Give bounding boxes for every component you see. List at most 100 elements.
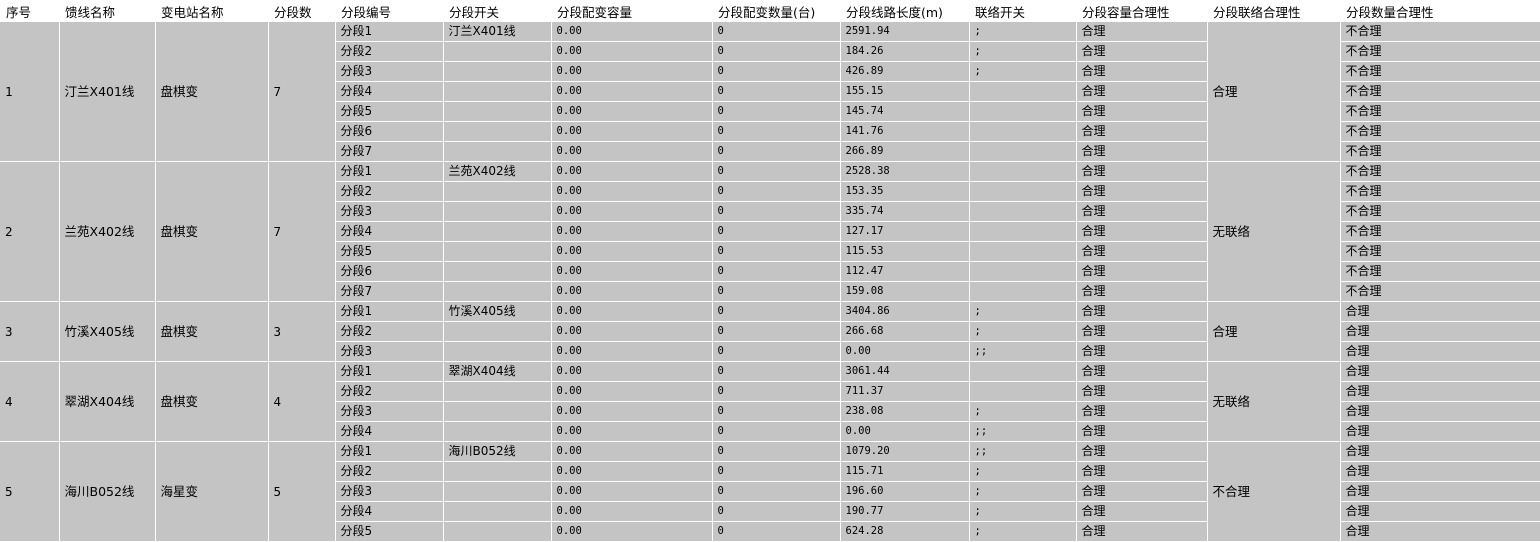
cell-tie-switch[interactable]: ; <box>969 41 1077 62</box>
cell-quantity-reasonableness[interactable]: 不合理 <box>1340 81 1540 102</box>
cell-segment-number[interactable]: 分段1 <box>335 161 444 182</box>
cell-tie-switch[interactable]: ; <box>969 301 1077 322</box>
cell-quantity-reasonableness[interactable]: 不合理 <box>1340 121 1540 142</box>
cell-segment-switch[interactable] <box>443 381 552 402</box>
cell-transformer-capacity[interactable]: 0.00 <box>551 481 713 502</box>
cell-transformer-quantity[interactable]: 0 <box>712 181 841 202</box>
cell-transformer-capacity[interactable]: 0.00 <box>551 41 713 62</box>
cell-link-reasonableness[interactable]: 无联络 <box>1207 161 1341 302</box>
cell-segment-number[interactable]: 分段3 <box>335 61 444 82</box>
cell-line-length[interactable]: 3061.44 <box>840 361 970 382</box>
cell-tie-switch[interactable]: ; <box>969 461 1077 482</box>
table-row[interactable]: 2 兰苑X402线 盘棋变 7 分段1 兰苑X402线 0.00 0 2528.38 合理 无联络不… <box>0 161 1540 302</box>
cell-segment-switch[interactable] <box>443 101 552 122</box>
cell-tie-switch[interactable]: ; <box>969 22 1077 42</box>
cell-index[interactable]: 5 <box>0 441 60 542</box>
cell-quantity-reasonableness[interactable]: 合理 <box>1340 521 1540 542</box>
cell-line-length[interactable]: 3404.86 <box>840 301 970 322</box>
cell-substation-name[interactable]: 盘棋变 <box>155 361 269 442</box>
cell-tie-switch[interactable]: ; <box>969 521 1077 542</box>
cell-capacity-reasonableness[interactable]: 合理 <box>1076 161 1208 182</box>
cell-link-reasonableness[interactable]: 不合理 <box>1207 441 1341 542</box>
cell-transformer-quantity[interactable]: 0 <box>712 421 841 442</box>
cell-segment-number[interactable]: 分段7 <box>335 281 444 302</box>
cell-line-length[interactable]: 2528.38 <box>840 161 970 182</box>
cell-capacity-reasonableness[interactable]: 合理 <box>1076 461 1208 482</box>
cell-transformer-capacity[interactable]: 0.00 <box>551 241 713 262</box>
cell-transformer-capacity[interactable]: 0.00 <box>551 341 713 362</box>
cell-segment-switch[interactable] <box>443 61 552 82</box>
cell-feeder-name[interactable]: 兰苑X402线 <box>59 161 156 302</box>
cell-capacity-reasonableness[interactable]: 合理 <box>1076 81 1208 102</box>
cell-transformer-capacity[interactable]: 0.00 <box>551 181 713 202</box>
cell-transformer-capacity[interactable]: 0.00 <box>551 101 713 122</box>
cell-capacity-reasonableness[interactable]: 合理 <box>1076 101 1208 122</box>
cell-link-reasonableness[interactable]: 合理 <box>1207 22 1341 162</box>
cell-transformer-quantity[interactable]: 0 <box>712 201 841 222</box>
cell-segment-switch[interactable] <box>443 481 552 502</box>
cell-capacity-reasonableness[interactable]: 合理 <box>1076 22 1208 42</box>
cell-capacity-reasonableness[interactable]: 合理 <box>1076 421 1208 442</box>
cell-transformer-capacity[interactable]: 0.00 <box>551 461 713 482</box>
cell-line-length[interactable]: 266.68 <box>840 321 970 342</box>
cell-transformer-capacity[interactable]: 0.00 <box>551 361 713 382</box>
cell-quantity-reasonableness[interactable]: 合理 <box>1340 481 1540 502</box>
cell-segment-number[interactable]: 分段1 <box>335 441 444 462</box>
cell-segment-count[interactable]: 4 <box>268 361 336 442</box>
cell-quantity-reasonableness[interactable]: 不合理 <box>1340 61 1540 82</box>
cell-capacity-reasonableness[interactable]: 合理 <box>1076 241 1208 262</box>
cell-line-length[interactable]: 159.08 <box>840 281 970 302</box>
cell-transformer-capacity[interactable]: 0.00 <box>551 81 713 102</box>
cell-transformer-quantity[interactable]: 0 <box>712 501 841 522</box>
cell-segment-number[interactable]: 分段2 <box>335 321 444 342</box>
cell-tie-switch[interactable]: ; <box>969 61 1077 82</box>
header-segment-switch[interactable]: 分段开关 <box>443 0 551 22</box>
cell-line-length[interactable]: 0.00 <box>840 341 970 362</box>
cell-transformer-quantity[interactable]: 0 <box>712 261 841 282</box>
cell-transformer-quantity[interactable]: 0 <box>712 401 841 422</box>
cell-segment-switch[interactable] <box>443 221 552 242</box>
header-quantity-reasonableness[interactable]: 分段数量合理性 <box>1340 0 1540 22</box>
cell-transformer-quantity[interactable]: 0 <box>712 221 841 242</box>
cell-tie-switch[interactable] <box>969 181 1077 202</box>
cell-quantity-reasonableness[interactable]: 合理 <box>1340 401 1540 422</box>
cell-feeder-name[interactable]: 海川B052线 <box>59 441 156 542</box>
cell-quantity-reasonableness[interactable]: 不合理 <box>1340 181 1540 202</box>
cell-segment-switch[interactable]: 海川B052线 <box>443 441 552 462</box>
cell-segment-number[interactable]: 分段2 <box>335 461 444 482</box>
cell-transformer-quantity[interactable]: 0 <box>712 141 841 162</box>
header-feeder-name[interactable]: 馈线名称 <box>59 0 155 22</box>
cell-quantity-reasonableness[interactable]: 不合理 <box>1340 161 1540 182</box>
cell-segment-switch[interactable]: 翠湖X404线 <box>443 361 552 382</box>
cell-tie-switch[interactable] <box>969 241 1077 262</box>
header-transformer-quantity[interactable]: 分段配变数量(台) <box>712 0 840 22</box>
cell-transformer-quantity[interactable]: 0 <box>712 361 841 382</box>
cell-line-length[interactable]: 115.71 <box>840 461 970 482</box>
cell-tie-switch[interactable]: ;; <box>969 441 1077 462</box>
cell-quantity-reasonableness[interactable]: 不合理 <box>1340 201 1540 222</box>
cell-capacity-reasonableness[interactable]: 合理 <box>1076 341 1208 362</box>
cell-quantity-reasonableness[interactable]: 合理 <box>1340 461 1540 482</box>
cell-tie-switch[interactable] <box>969 281 1077 302</box>
cell-quantity-reasonableness[interactable]: 不合理 <box>1340 241 1540 262</box>
cell-transformer-quantity[interactable]: 0 <box>712 81 841 102</box>
cell-line-length[interactable]: 190.77 <box>840 501 970 522</box>
cell-capacity-reasonableness[interactable]: 合理 <box>1076 261 1208 282</box>
cell-link-reasonableness[interactable]: 合理 <box>1207 301 1341 362</box>
cell-transformer-capacity[interactable]: 0.00 <box>551 281 713 302</box>
cell-segment-number[interactable]: 分段7 <box>335 141 444 162</box>
cell-segment-switch[interactable]: 汀兰X401线 <box>443 22 552 42</box>
cell-transformer-capacity[interactable]: 0.00 <box>551 401 713 422</box>
cell-quantity-reasonableness[interactable]: 不合理 <box>1340 41 1540 62</box>
cell-segment-number[interactable]: 分段1 <box>335 301 444 322</box>
cell-segment-number[interactable]: 分段3 <box>335 201 444 222</box>
cell-line-length[interactable]: 115.53 <box>840 241 970 262</box>
cell-line-length[interactable]: 155.15 <box>840 81 970 102</box>
cell-tie-switch[interactable]: ;; <box>969 341 1077 362</box>
cell-capacity-reasonableness[interactable]: 合理 <box>1076 361 1208 382</box>
cell-tie-switch[interactable] <box>969 101 1077 122</box>
cell-line-length[interactable]: 2591.94 <box>840 22 970 42</box>
cell-segment-switch[interactable] <box>443 421 552 442</box>
cell-transformer-capacity[interactable]: 0.00 <box>551 121 713 142</box>
cell-capacity-reasonableness[interactable]: 合理 <box>1076 61 1208 82</box>
